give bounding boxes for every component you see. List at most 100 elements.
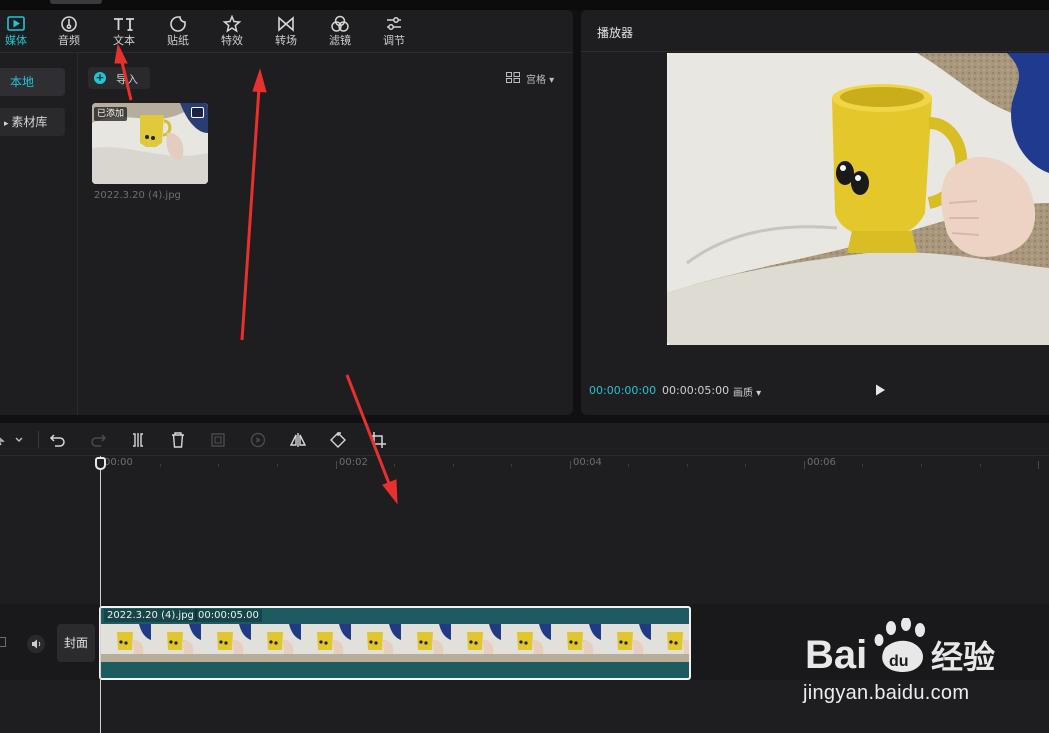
player-panel: 播放器 00:00:00:00 00:00:05:00 画质 ▾ bbox=[581, 10, 1049, 415]
split-button[interactable] bbox=[128, 430, 148, 450]
timeline-toolbar bbox=[0, 423, 1049, 456]
added-badge: 已添加 bbox=[94, 107, 128, 121]
tab-transition[interactable]: 转场 bbox=[264, 12, 308, 52]
ruler-minor-tick bbox=[160, 464, 161, 467]
select-tool-dropdown[interactable] bbox=[0, 430, 28, 450]
sidebar-item-library[interactable]: ▸ 素材库 bbox=[0, 108, 65, 136]
tab-sticker[interactable]: 贴纸 bbox=[156, 12, 200, 52]
sidebar-item-local[interactable]: 本地 bbox=[0, 68, 65, 96]
crop-button[interactable] bbox=[368, 430, 388, 450]
clip-frame bbox=[651, 624, 689, 662]
ruler-tick bbox=[804, 461, 805, 469]
ruler-minor-tick bbox=[453, 464, 454, 467]
playhead-line[interactable] bbox=[100, 456, 101, 733]
ruler-label-1: 00:02 bbox=[339, 457, 368, 468]
delete-button[interactable] bbox=[168, 430, 188, 450]
asset-toolbar: 媒体 音频 文本 贴纸 特效 转场 滤镜 调节 bbox=[0, 10, 573, 53]
rotate-button[interactable] bbox=[328, 430, 348, 450]
track-lock-icon[interactable] bbox=[0, 637, 6, 647]
mirror-button[interactable] bbox=[288, 430, 308, 450]
window-tab-hint[interactable] bbox=[50, 0, 102, 4]
redo-button[interactable] bbox=[88, 430, 108, 450]
clip-frame bbox=[601, 624, 651, 662]
track-volume-icon[interactable] bbox=[27, 635, 45, 653]
media-panel: 媒体 音频 文本 贴纸 特效 转场 滤镜 调节 本地 ▸ 素材库 bbox=[0, 10, 573, 415]
clip-duration: 00:00:05.00 bbox=[195, 609, 262, 622]
redo-icon bbox=[91, 434, 107, 447]
tab-text[interactable]: 文本 bbox=[102, 12, 146, 52]
media-icon bbox=[7, 16, 25, 31]
rotate-icon bbox=[330, 432, 346, 448]
clip-frame bbox=[451, 624, 501, 662]
tab-transition-label: 转场 bbox=[275, 34, 297, 47]
ruler-minor-tick bbox=[862, 464, 863, 467]
tab-effects[interactable]: 特效 bbox=[210, 12, 254, 52]
baidu-logo: Bai 经验 du bbox=[805, 617, 995, 677]
filter-icon bbox=[331, 15, 349, 32]
tab-text-label: 文本 bbox=[113, 34, 135, 47]
split-icon bbox=[133, 433, 143, 447]
sticker-icon bbox=[170, 16, 186, 32]
preview-canvas[interactable] bbox=[667, 53, 1049, 345]
cover-button[interactable]: 封面 bbox=[57, 624, 95, 662]
undo-icon bbox=[49, 434, 65, 447]
transition-icon bbox=[278, 16, 294, 32]
clip-frame bbox=[551, 624, 601, 662]
watermark-url: jingyan.baidu.com bbox=[803, 682, 970, 704]
ruler-minor-tick bbox=[687, 464, 688, 467]
playhead-handle[interactable] bbox=[95, 457, 106, 470]
svg-text:du: du bbox=[889, 653, 909, 670]
media-asset-thumbnail[interactable]: 已添加 bbox=[92, 103, 208, 184]
tab-media[interactable]: 媒体 bbox=[0, 12, 38, 52]
tab-adjust[interactable]: 调节 bbox=[372, 12, 416, 52]
crop-icon bbox=[370, 432, 386, 448]
ruler-minor-tick bbox=[921, 464, 922, 467]
clip-frame bbox=[101, 624, 151, 662]
cursor-icon bbox=[0, 437, 23, 446]
player-header: 播放器 bbox=[581, 10, 1049, 52]
tab-audio[interactable]: 音频 bbox=[47, 12, 91, 52]
adjust-icon bbox=[387, 17, 401, 30]
reverse-button[interactable] bbox=[248, 430, 268, 450]
clip-frame bbox=[201, 624, 251, 662]
quality-label: 画质 bbox=[733, 388, 753, 399]
clip-name: 2022.3.20 (4).jpg bbox=[104, 609, 197, 622]
ruler-tick bbox=[570, 461, 571, 469]
effects-icon bbox=[222, 15, 242, 33]
baidu-jingyan-watermark: Bai 经验 du jingyan.baidu.com bbox=[803, 617, 1003, 710]
svg-text:经验: 经验 bbox=[931, 638, 995, 676]
duration-timecode: 00:00:05:00 bbox=[662, 384, 730, 397]
ruler-minor-tick bbox=[218, 464, 219, 467]
view-mode-toggle[interactable]: 宫格 ▾ bbox=[506, 71, 558, 86]
ruler-label-2: 00:04 bbox=[573, 457, 602, 468]
freeze-frame-button[interactable] bbox=[208, 430, 228, 450]
tab-effects-label: 特效 bbox=[221, 34, 243, 47]
image-type-icon bbox=[191, 107, 204, 118]
tab-filter-label: 滤镜 bbox=[329, 34, 351, 47]
plus-icon: + bbox=[94, 71, 106, 84]
time-ruler[interactable]: 00:00 00:02 00:04 00:06 bbox=[0, 456, 1049, 470]
clip-frame bbox=[301, 624, 351, 662]
ruler-minor-tick bbox=[628, 464, 629, 467]
clip-filmstrip bbox=[101, 624, 689, 662]
grid-view-icon bbox=[506, 72, 520, 83]
text-icon bbox=[114, 18, 134, 31]
crop-handle-bottom-left[interactable] bbox=[667, 343, 669, 345]
video-clip[interactable]: 2022.3.20 (4).jpg 00:00:05.00 bbox=[99, 606, 691, 680]
view-mode-label: 宫格 ▾ bbox=[526, 75, 555, 86]
undo-button[interactable] bbox=[48, 430, 68, 450]
import-button[interactable]: + 导入 bbox=[88, 67, 150, 89]
media-sidebar: 本地 ▸ 素材库 bbox=[0, 53, 78, 415]
ruler-minor-tick bbox=[511, 464, 512, 467]
sidebar-item-library-label: 素材库 bbox=[11, 115, 48, 129]
ruler-minor-tick bbox=[277, 464, 278, 467]
title-strip bbox=[0, 0, 1049, 10]
tab-filter[interactable]: 滤镜 bbox=[318, 12, 362, 52]
ruler-minor-tick bbox=[394, 464, 395, 467]
quality-dropdown[interactable]: 画质 ▾ bbox=[733, 384, 761, 399]
preview-image bbox=[667, 53, 1049, 345]
play-icon[interactable] bbox=[873, 383, 887, 397]
trash-icon bbox=[172, 432, 184, 448]
clip-frame bbox=[351, 624, 401, 662]
freeze-icon bbox=[211, 433, 225, 447]
